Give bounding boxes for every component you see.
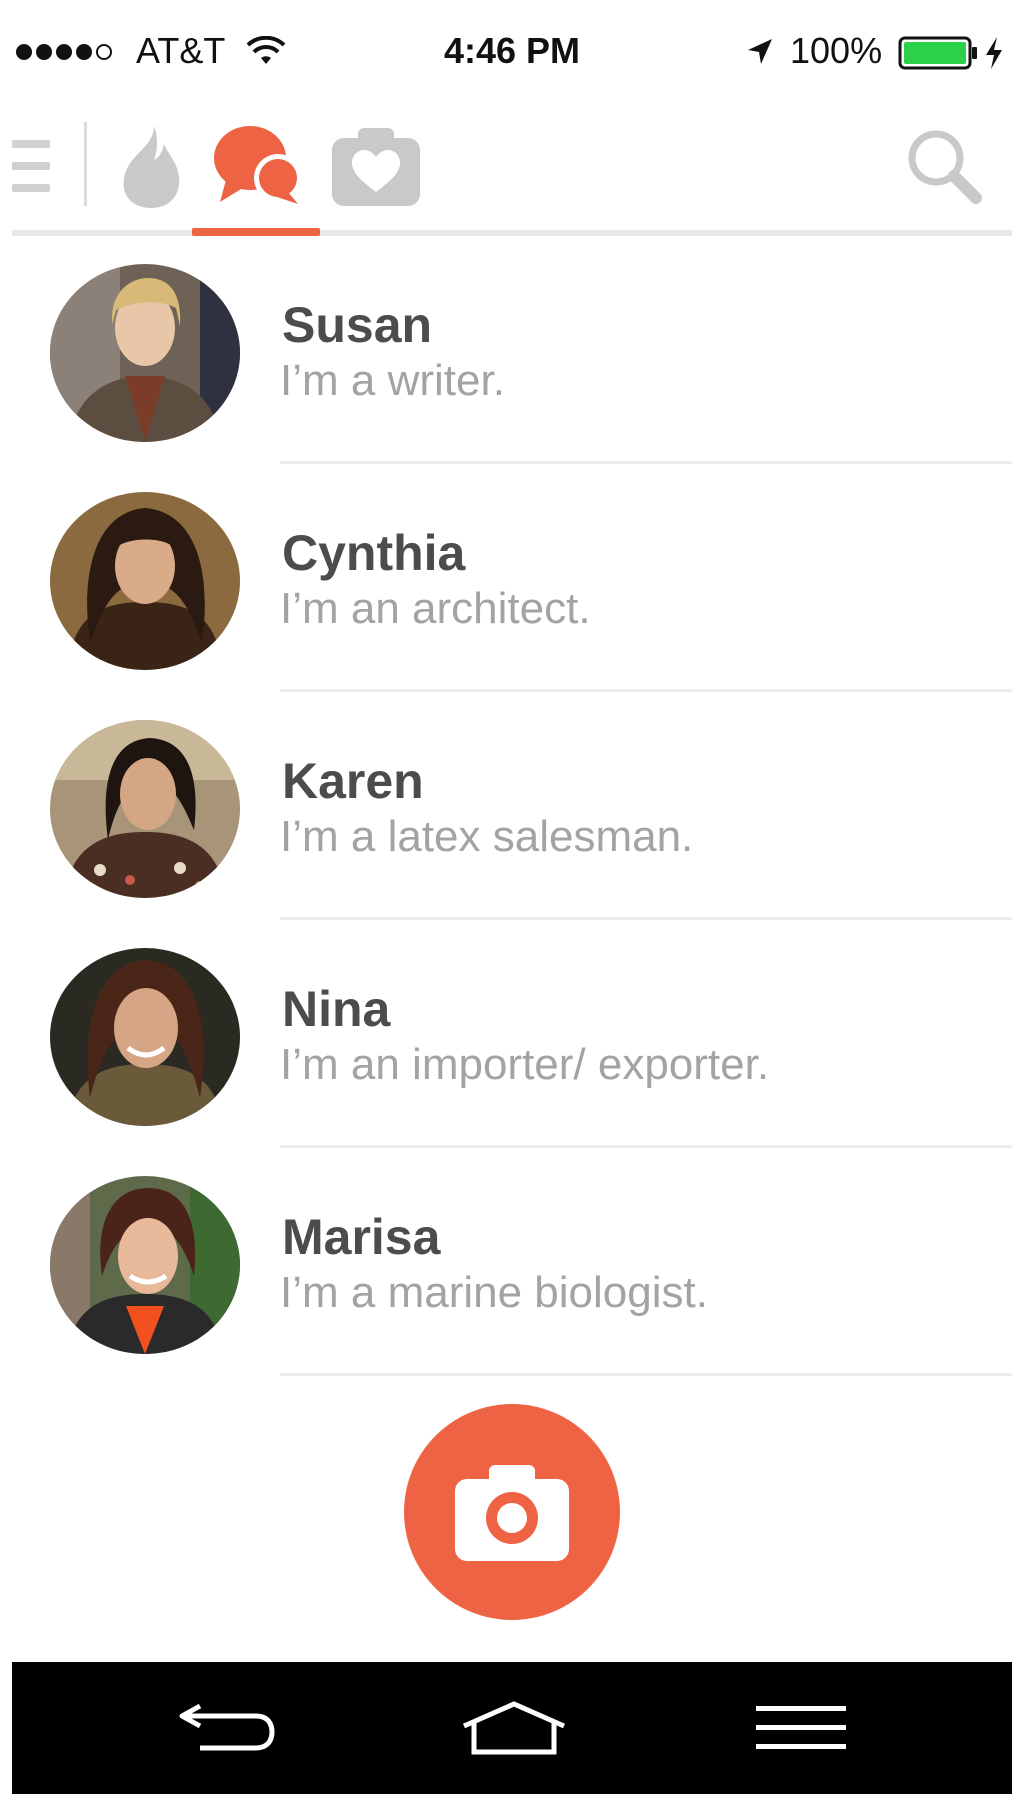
chat-row[interactable]: Marisa I’m a marine biologist. [0,1148,1024,1376]
flame-icon[interactable] [118,124,184,210]
chat-name: Susan [282,297,433,353]
recent-apps-icon[interactable] [756,1706,848,1750]
nav-divider [84,122,87,206]
chat-name: Nina [282,981,391,1037]
chat-row[interactable]: Nina I’m an importer/ exporter. [0,920,1024,1148]
home-icon[interactable] [460,1700,568,1756]
avatar[interactable] [50,264,240,442]
chat-row[interactable]: Karen I’m a latex salesman. [0,692,1024,920]
location-arrow-icon [748,39,772,64]
chat-row[interactable]: Cynthia I’m an architect. [0,464,1024,692]
camera-button[interactable] [404,1404,620,1620]
chat-message: I’m a marine biologist. [280,1268,708,1317]
avatar[interactable] [50,1176,240,1354]
top-navigation [12,104,1012,236]
chat-message: I’m a writer. [280,356,505,405]
chat-message: I’m an architect. [280,584,591,633]
search-icon[interactable] [906,128,982,204]
camera-heart-icon[interactable] [332,126,420,206]
charging-bolt-icon [986,37,1002,69]
avatar[interactable] [50,492,240,670]
system-navigation-bar [12,1662,1012,1794]
battery-icon [898,36,977,70]
chat-message: I’m an importer/ exporter. [280,1040,770,1089]
camera-icon [455,1465,569,1561]
chat-icon[interactable] [212,124,304,208]
chat-name: Marisa [282,1209,441,1265]
chat-name: Cynthia [282,525,466,581]
status-bar: AT&T 4:46 PM 100% [0,0,1024,104]
chat-name: Karen [282,753,424,809]
chat-row[interactable]: Susan I’m a writer. [0,236,1024,464]
chat-list: Susan I’m a writer. Cynthia I’m an archi… [0,236,1024,1376]
avatar[interactable] [50,948,240,1126]
avatar[interactable] [50,720,240,898]
active-tab-indicator [192,228,320,236]
row-divider [280,1373,1012,1376]
back-icon[interactable] [176,1702,276,1754]
chat-message: I’m a latex salesman. [280,812,694,861]
menu-icon[interactable] [12,138,52,194]
battery-percent: 100% [790,30,883,71]
